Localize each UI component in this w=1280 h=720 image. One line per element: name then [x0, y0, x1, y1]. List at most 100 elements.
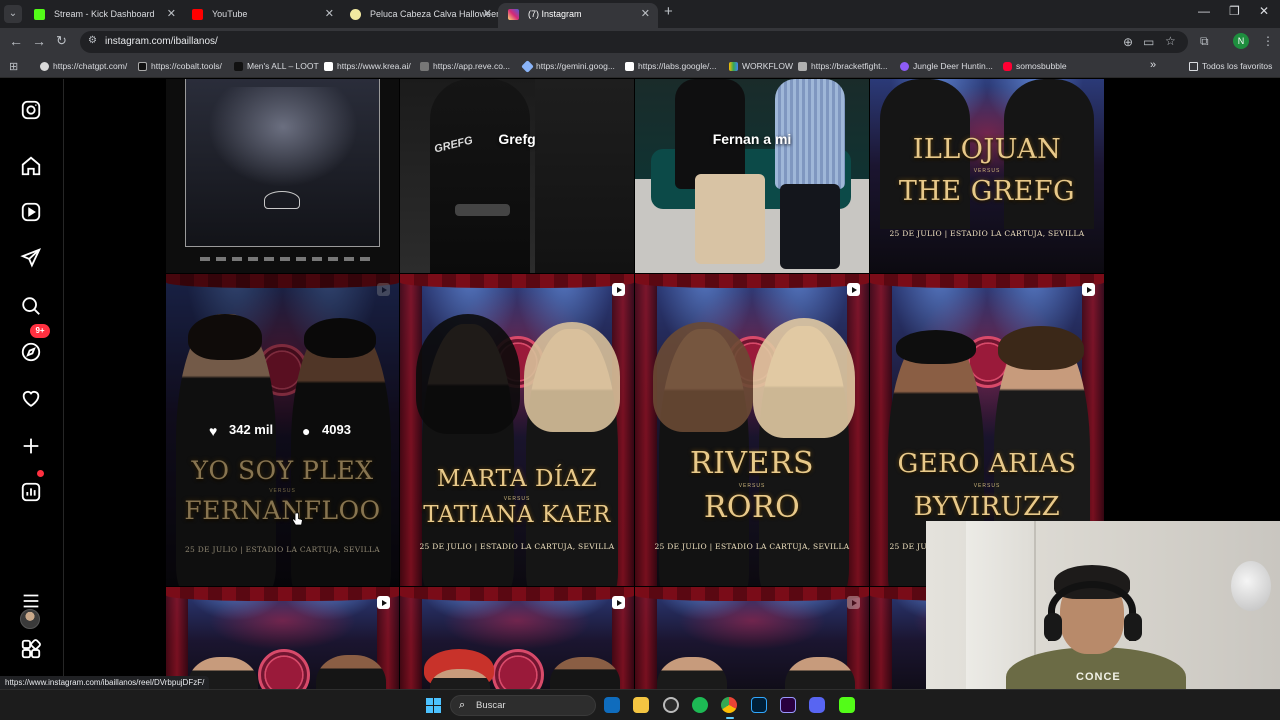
close-tab-icon[interactable]: ✕ [167, 3, 176, 25]
reve-icon [420, 62, 429, 71]
post-row3-1[interactable] [166, 587, 399, 689]
minimize-window-icon[interactable]: — [1198, 4, 1210, 18]
bookmark-reve[interactable]: https://app.reve.co... [420, 61, 510, 71]
notifications-badge: 9+ [30, 324, 50, 338]
bookmarks-overflow-button[interactable]: » [1150, 59, 1156, 71]
post-row3-3[interactable] [635, 587, 869, 689]
taskbar-search[interactable]: ⌕ Buscar [450, 695, 596, 716]
youtube-favicon-icon [192, 9, 203, 20]
fighter-left-hair [416, 314, 520, 434]
close-window-icon[interactable]: ✕ [1259, 4, 1269, 18]
bookmark-gemini[interactable]: https://gemini.goog... [521, 60, 615, 73]
fighter-left-hair [896, 330, 976, 364]
post-row3-2[interactable] [400, 587, 634, 689]
discord-icon[interactable] [809, 697, 825, 713]
fighter-right [316, 655, 386, 689]
reel-icon [612, 596, 625, 609]
address-bar[interactable]: ⚙ instagram.com/ibaillanos/ ⊕ ▭ ☆ [80, 31, 1188, 53]
notifications-heart-icon[interactable] [20, 387, 42, 409]
post-rivers-vs-roro[interactable]: RIVERS VERSUS RORO 25 DE JULIO | ESTADIO… [635, 274, 869, 586]
bookmark-jungle-deer[interactable]: Jungle Deer Huntin... [900, 61, 993, 71]
messages-icon[interactable] [20, 247, 42, 269]
curtain-left [635, 587, 657, 689]
bookmark-star-icon[interactable]: ☆ [1165, 34, 1176, 48]
chrome-menu-icon[interactable]: ⋮ [1262, 34, 1274, 48]
reel-icon [847, 596, 860, 609]
zoom-icon[interactable]: ⊕ [1123, 35, 1133, 49]
webcam-overlay: CONCE [926, 521, 1280, 690]
fighter-name-top: ILLOJUAN [912, 134, 1062, 165]
spotify-icon[interactable] [692, 697, 708, 713]
outlook-icon[interactable] [604, 697, 620, 713]
file-explorer-icon[interactable] [633, 697, 649, 713]
event-poster-image [185, 79, 380, 247]
bookmark-labs-google[interactable]: https://labs.google/... [625, 61, 716, 71]
reels-icon[interactable] [20, 201, 42, 223]
post-velada-poster[interactable] [166, 79, 399, 273]
premiere-icon[interactable] [780, 697, 796, 713]
post-video-grefg[interactable]: GREFG Grefg [400, 79, 634, 273]
profile-avatar-button[interactable]: N [1233, 33, 1249, 49]
tab-search-button[interactable]: ⌄ [4, 5, 22, 23]
home-icon[interactable] [20, 155, 42, 177]
velada-logo [264, 191, 300, 209]
shop-favicon-icon [350, 9, 361, 20]
bookmark-loot[interactable]: Men's ALL – LOOT [234, 61, 319, 71]
reel-icon [377, 596, 390, 609]
browser-toolbar: ← → ↻ ⚙ instagram.com/ibaillanos/ ⊕ ▭ ☆ … [0, 28, 1280, 56]
fighter-name-bottom: BYVIRUZZ [913, 492, 1061, 522]
settings-icon[interactable] [663, 697, 679, 713]
tab-kick-dashboard[interactable]: Stream - Kick Dashboard ✕ [24, 3, 184, 28]
apps-grid-icon[interactable]: ⊞ [9, 60, 18, 73]
close-tab-icon[interactable]: ✕ [483, 3, 492, 25]
windows-start-icon[interactable] [426, 698, 441, 713]
photoshop-icon[interactable] [751, 697, 767, 713]
extensions-icon[interactable]: ⧉ [1200, 34, 1209, 49]
bookmark-workflow[interactable]: WORKFLOW [729, 61, 793, 71]
stage-curtain-top [635, 587, 869, 601]
kick-icon[interactable] [839, 697, 855, 713]
post-marta-vs-tatiana[interactable]: MARTA DÍAZ VERSUS TATIANA KAER 25 DE JUL… [400, 274, 634, 586]
folder-icon [1189, 62, 1198, 71]
fighter-right-hair [998, 326, 1084, 370]
create-plus-icon[interactable] [20, 435, 42, 457]
fighter-right-hair [753, 318, 855, 438]
bookmark-cobalt[interactable]: https://cobalt.tools/ [138, 61, 222, 71]
more-menu-icon[interactable] [20, 590, 42, 612]
explore-icon[interactable] [20, 341, 42, 363]
bookmark-chatgpt[interactable]: https://chatgpt.com/ [40, 61, 127, 71]
all-bookmarks-folder[interactable]: Todos los favoritos [1189, 61, 1272, 71]
search-icon: ⌕ [459, 699, 466, 711]
chrome-icon[interactable] [721, 697, 737, 713]
krea-icon [324, 62, 333, 71]
post-plex-vs-fernanfloo[interactable]: YO SOY PLEX VERSUS FERNANFLOO 25 DE JULI… [166, 274, 399, 586]
search-icon[interactable] [20, 295, 42, 317]
post-video-fernan[interactable]: Fernan a mi [635, 79, 869, 273]
dashboard-icon[interactable] [20, 481, 42, 503]
close-tab-icon[interactable]: ✕ [641, 3, 650, 25]
profile-avatar[interactable] [20, 609, 40, 629]
velada-logo [258, 649, 310, 689]
restore-window-icon[interactable]: ❐ [1229, 4, 1240, 18]
fighter-left [657, 657, 727, 689]
also-from-meta-icon[interactable] [20, 638, 42, 660]
back-button[interactable]: ← [9, 33, 23, 49]
site-info-icon[interactable]: ⚙ [88, 35, 97, 46]
bookmark-bracketfight[interactable]: https://bracketfight... [798, 61, 888, 71]
bookmark-somosbubble[interactable]: somosbubble [1003, 61, 1067, 71]
event-date: 25 DE JULIO | ESTADIO LA CARTUJA, SEVILL… [419, 542, 615, 551]
bookmark-krea[interactable]: https://www.krea.ai/ [324, 61, 411, 71]
sponsor-logos [200, 257, 370, 261]
close-tab-icon[interactable]: ✕ [325, 3, 334, 25]
tab-instagram[interactable]: (7) Instagram ✕ [498, 3, 658, 28]
instagram-logo-icon[interactable] [20, 99, 42, 121]
curtain-right [847, 274, 869, 586]
new-tab-button[interactable]: + [664, 3, 673, 20]
address-url[interactable]: instagram.com/ibaillanos/ [105, 36, 218, 47]
forward-button[interactable]: → [32, 33, 46, 49]
cast-icon[interactable]: ▭ [1143, 35, 1154, 49]
post-illojuan-vs-grefg[interactable]: ILLOJUAN VERSUS THE GREFG 25 DE JULIO | … [870, 79, 1104, 273]
reload-button[interactable]: ↻ [56, 33, 67, 49]
tab-youtube[interactable]: YouTube ✕ [182, 3, 342, 28]
tab-peluca[interactable]: Peluca Cabeza Calva Halloween ✕ [340, 3, 500, 28]
